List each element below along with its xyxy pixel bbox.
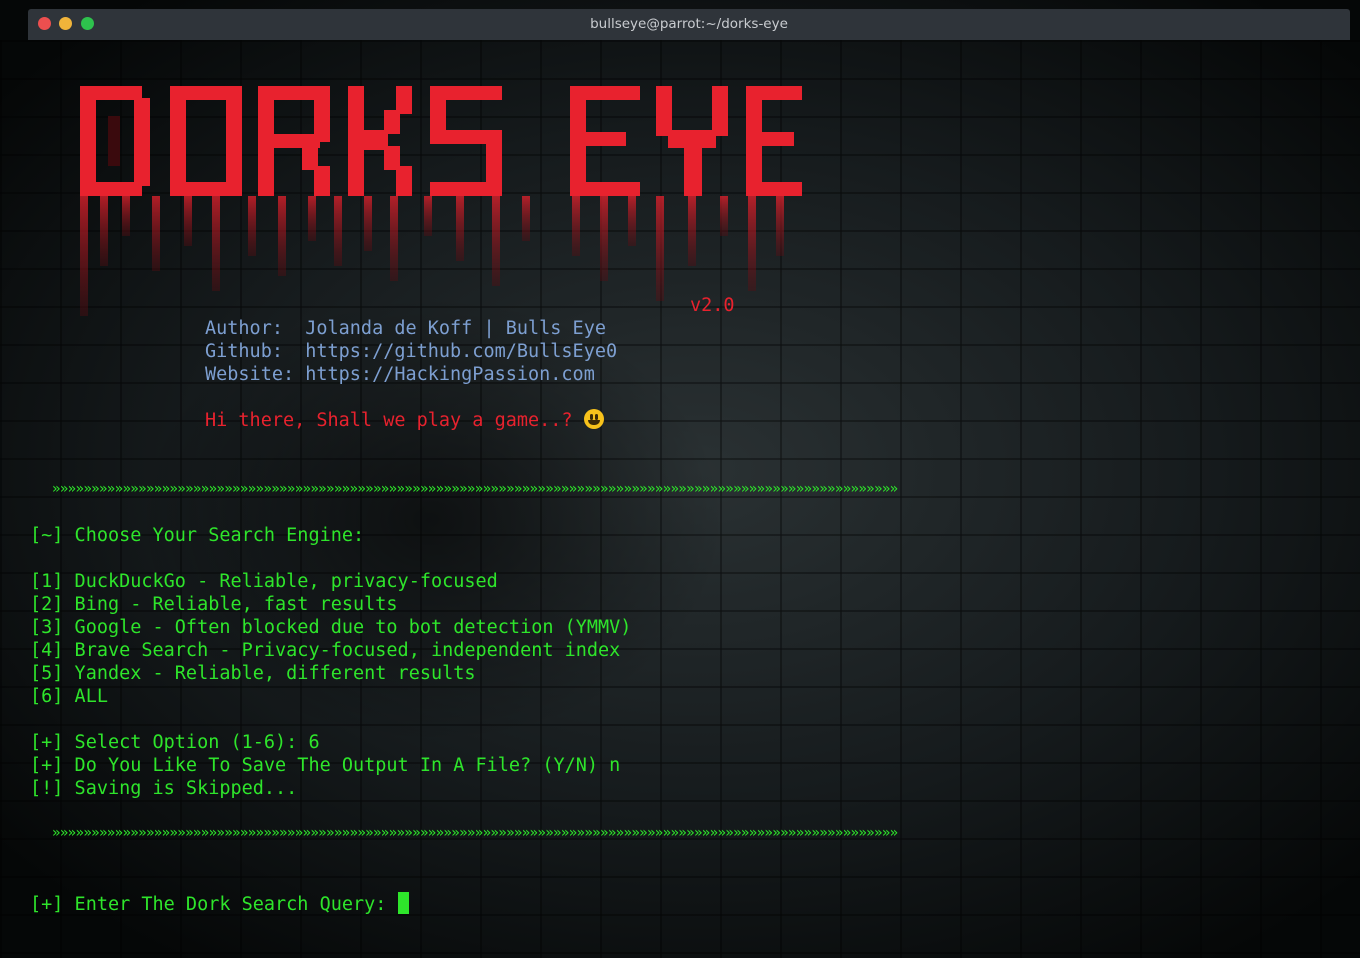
separator-bottom: »»»»»»»»»»»»»»»»»»»»»»»»»»»»»»»»»»»»»»»»… bbox=[52, 825, 898, 841]
version-label: v2.0 bbox=[690, 295, 735, 316]
menu-option-4: [4] Brave Search - Privacy-focused, inde… bbox=[30, 640, 621, 661]
dorks-eye-logo bbox=[80, 86, 802, 316]
saving-status-line: [!] Saving is Skipped... bbox=[30, 778, 298, 799]
menu-option-6: [6] ALL bbox=[30, 686, 108, 707]
select-option-line: [+] Select Option (1-6): 6 bbox=[30, 732, 320, 753]
window-title: bullseye@parrot:~/dorks-eye bbox=[590, 16, 788, 32]
query-prompt-line[interactable]: [+] Enter The Dork Search Query: bbox=[30, 892, 409, 916]
menu-option-3: [3] Google - Often blocked due to bot de… bbox=[30, 617, 632, 638]
greeting-text: Hi there, Shall we play a game..? bbox=[205, 410, 584, 431]
query-prompt-text: [+] Enter The Dork Search Query: bbox=[30, 894, 398, 915]
menu-option-5: [5] Yandex - Reliable, different results bbox=[30, 663, 476, 684]
website-line: Website: https://HackingPassion.com bbox=[205, 364, 595, 385]
menu-option-1: [1] DuckDuckGo - Reliable, privacy-focus… bbox=[30, 571, 498, 592]
terminal-cursor[interactable] bbox=[397, 892, 409, 914]
github-line: Github: https://github.com/BullsEye0 bbox=[205, 341, 618, 362]
save-question-line: [+] Do You Like To Save The Output In A … bbox=[30, 755, 621, 776]
smiley-icon bbox=[583, 409, 604, 429]
menu-option-2: [2] Bing - Reliable, fast results bbox=[30, 594, 398, 615]
separator-top: »»»»»»»»»»»»»»»»»»»»»»»»»»»»»»»»»»»»»»»»… bbox=[52, 481, 898, 497]
terminal-window: bullseye@parrot:~/dorks-eye v2.0 Author:… bbox=[0, 0, 1360, 958]
greeting-line: Hi there, Shall we play a game..? bbox=[205, 409, 604, 432]
author-line: Author: Jolanda de Koff | Bulls Eye bbox=[205, 318, 606, 339]
title-bar[interactable]: bullseye@parrot:~/dorks-eye bbox=[28, 9, 1350, 40]
menu-prompt: [~] Choose Your Search Engine: bbox=[30, 525, 365, 546]
